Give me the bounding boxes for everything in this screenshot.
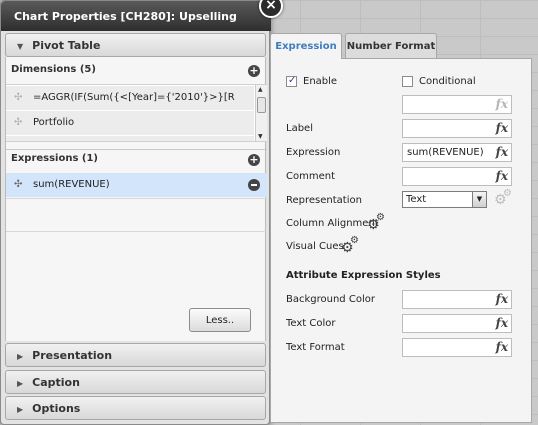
expression-settings-panel: Enable Conditional fx Label fx Expressio…	[270, 58, 532, 423]
text-format-field[interactable]: fx	[402, 338, 512, 357]
label-label: Label	[286, 123, 313, 134]
pivot-table-body: Dimensions (5) + ✣ =AGGR(IF(Sum({<[Year]…	[5, 57, 267, 341]
representation-label: Representation	[286, 195, 362, 206]
dimension-item-partial	[6, 136, 254, 141]
dimension-item[interactable]: ✣ =AGGR(IF(Sum({<[Year]={'2010'}>}[R	[6, 86, 254, 110]
representation-gear-small-icon: ⚙	[503, 188, 512, 199]
chart-properties-panel: Chart Properties [CH280]: Upselling ▼ Piv…	[0, 0, 271, 425]
dimensions-scrollbar[interactable]: ▲ ▼	[255, 85, 267, 141]
expression-item-label: sum(REVENUE)	[33, 179, 110, 190]
dimensions-list: ✣ =AGGR(IF(Sum({<[Year]={'2010'}>}[R ✣ P…	[6, 84, 267, 142]
attribute-expression-styles-title: Attribute Expression Styles	[286, 270, 441, 281]
section-options[interactable]: ▶ Options	[5, 396, 266, 420]
move-handle-icon[interactable]: ✣	[14, 180, 25, 191]
scrollbar-thumb[interactable]	[257, 97, 266, 113]
enable-checkbox[interactable]	[286, 75, 297, 87]
triangle-right-icon: ▶	[17, 405, 24, 414]
add-expression-plus-icon[interactable]: +	[248, 154, 260, 166]
move-handle-icon[interactable]: ✣	[14, 118, 25, 129]
text-format-label: Text Format	[286, 342, 345, 353]
conditional-label: Conditional	[419, 76, 476, 87]
less-button[interactable]: Less..	[189, 308, 251, 332]
section-caption[interactable]: ▶ Caption	[5, 370, 266, 394]
fx-icon[interactable]: fx	[496, 316, 508, 330]
section-options-label: Options	[32, 402, 81, 415]
expression-label: Expression	[286, 147, 341, 158]
scroll-down-icon[interactable]: ▼	[258, 133, 263, 140]
text-color-field[interactable]: fx	[402, 314, 512, 333]
visual-cues-gear-small-icon[interactable]: ⚙	[350, 236, 359, 246]
dimensions-header: Dimensions (5) +	[6, 61, 267, 81]
comment-field[interactable]: fx	[402, 167, 512, 186]
fx-icon: fx	[495, 97, 508, 111]
chevron-down-icon[interactable]: ▼	[472, 192, 486, 207]
label-field[interactable]: fx	[402, 119, 512, 138]
triangle-right-icon: ▶	[17, 379, 24, 388]
fx-icon[interactable]: fx	[496, 169, 508, 183]
triangle-right-icon: ▶	[17, 352, 24, 361]
remove-expression-minus-icon[interactable]	[248, 179, 260, 191]
tab-expression[interactable]: Expression	[270, 33, 342, 59]
representation-select[interactable]: Text ▼	[402, 191, 487, 208]
column-alignment-label: Column Alignment	[286, 218, 379, 229]
expressions-header: Expressions (1) +	[6, 149, 267, 169]
move-handle-icon[interactable]: ✣	[14, 93, 25, 104]
representation-select-value: Text	[406, 194, 427, 205]
fx-icon[interactable]: fx	[496, 292, 508, 306]
expressions-header-label: Expressions (1)	[11, 153, 99, 164]
expression-field-value: sum(REVENUE)	[407, 147, 484, 158]
text-color-label: Text Color	[286, 318, 336, 329]
dimension-item-label: Portfolio	[33, 117, 75, 128]
tab-number-format[interactable]: Number Format	[345, 33, 437, 59]
dimension-item-label: =AGGR(IF(Sum({<[Year]={'2010'}>}[R	[33, 92, 235, 103]
enable-label: Enable	[303, 76, 338, 87]
conditional-checkbox[interactable]	[402, 76, 413, 87]
expression-item-selected[interactable]: ✣ sum(REVENUE)	[6, 173, 267, 197]
background-color-label: Background Color	[286, 294, 375, 305]
section-pivot-table[interactable]: ▼ Pivot Table	[5, 33, 266, 57]
fx-icon[interactable]: fx	[496, 340, 508, 354]
expressions-list-empty-area	[6, 198, 267, 232]
dialog-title: Chart Properties [CH280]: Upselling	[1, 1, 271, 31]
fx-icon[interactable]: fx	[496, 145, 508, 159]
conditional-field: fx	[402, 95, 512, 114]
triangle-down-icon: ▼	[17, 42, 24, 51]
expression-field[interactable]: sum(REVENUE) fx	[402, 143, 512, 162]
fx-icon[interactable]: fx	[496, 121, 508, 135]
section-caption-label: Caption	[32, 376, 80, 389]
scroll-up-icon[interactable]: ▲	[258, 86, 263, 93]
column-alignment-gear-small-icon[interactable]: ⚙	[376, 213, 385, 223]
section-presentation[interactable]: ▶ Presentation	[5, 343, 266, 367]
comment-label: Comment	[286, 171, 335, 182]
background-color-field[interactable]: fx	[402, 290, 512, 309]
section-presentation-label: Presentation	[32, 349, 113, 362]
dimensions-header-label: Dimensions (5)	[11, 64, 96, 75]
dimension-item[interactable]: ✣ Portfolio	[6, 111, 254, 135]
section-pivot-table-label: Pivot Table	[32, 39, 101, 52]
visual-cues-label: Visual Cues	[286, 241, 344, 252]
add-dimension-plus-icon[interactable]: +	[248, 65, 260, 77]
